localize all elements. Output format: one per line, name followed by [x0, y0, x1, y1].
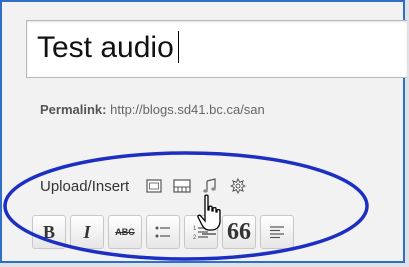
add-media-icon[interactable] [227, 177, 249, 195]
permalink-url[interactable]: http://blogs.sd41.bc.ca/san [110, 102, 265, 117]
strikethrough-button[interactable]: ABC [108, 215, 142, 249]
unordered-list-icon [155, 226, 170, 238]
svg-text:1: 1 [193, 226, 197, 232]
editor-screenshot-frame: Test audio Permalink: http://blogs.sd41.… [0, 0, 407, 263]
ordered-list-icon: 1 2 [193, 226, 208, 241]
permalink-row: Permalink: http://blogs.sd41.bc.ca/san [40, 102, 265, 117]
permalink-label: Permalink: [40, 102, 107, 117]
add-image-icon[interactable] [143, 177, 165, 195]
align-left-button[interactable] [260, 215, 294, 249]
post-title-text: Test audio [37, 31, 174, 64]
post-title-input[interactable]: Test audio [37, 30, 179, 66]
post-title-field[interactable]: Test audio [26, 20, 407, 78]
add-audio-icon[interactable] [199, 177, 221, 195]
upload-insert-bar: Upload/Insert [40, 174, 255, 198]
add-video-icon[interactable] [171, 177, 193, 195]
blockquote-button[interactable]: 66 [222, 215, 256, 249]
align-left-icon [270, 226, 284, 239]
upload-insert-label: Upload/Insert [40, 177, 130, 195]
unordered-list-button[interactable] [146, 215, 180, 249]
formatting-toolbar: B I ABC 1 2 66 [32, 215, 294, 255]
bold-button[interactable]: B [32, 215, 66, 249]
ordered-list-button[interactable]: 1 2 [184, 215, 218, 249]
italic-button[interactable]: I [70, 215, 104, 249]
svg-text:2: 2 [193, 235, 197, 241]
text-caret [177, 31, 179, 63]
